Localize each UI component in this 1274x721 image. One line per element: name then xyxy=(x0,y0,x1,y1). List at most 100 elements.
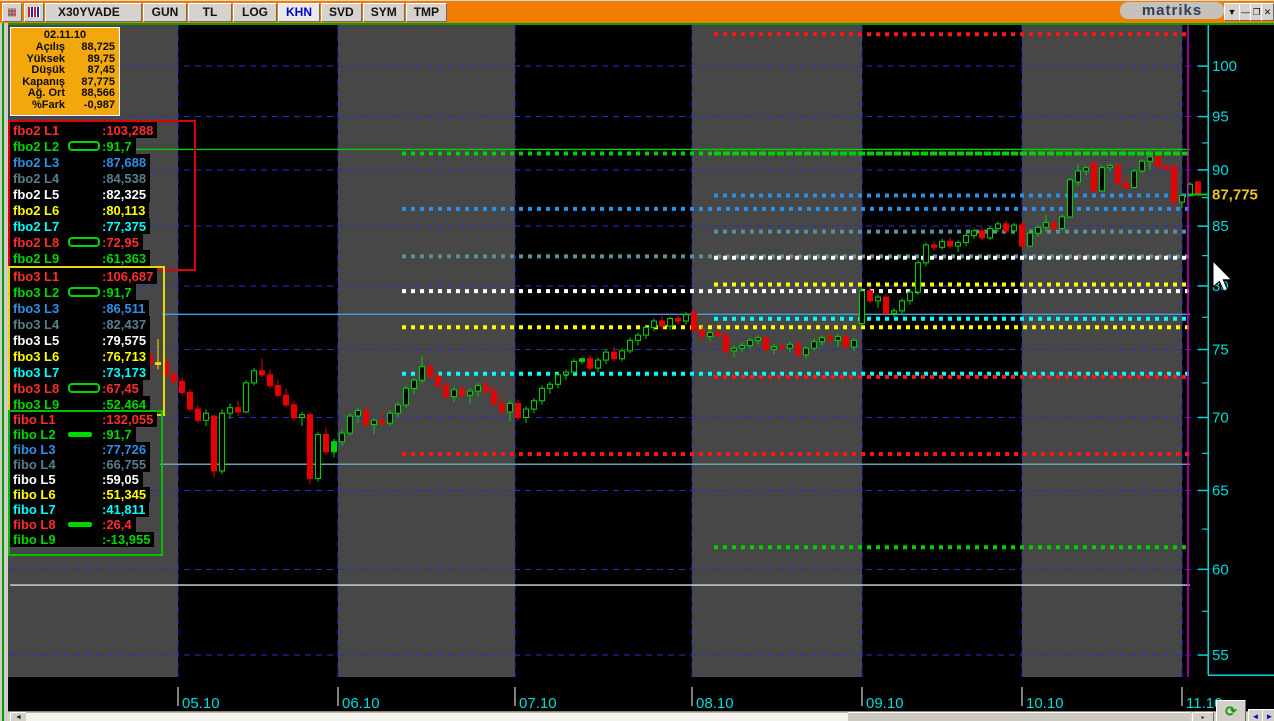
scroll-left-button[interactable]: ◄ xyxy=(10,712,27,721)
candle[interactable] xyxy=(482,385,490,392)
candle[interactable] xyxy=(962,234,970,244)
scroll-end-button[interactable]: ▸ xyxy=(1192,712,1214,721)
candle[interactable] xyxy=(770,346,778,351)
tab-khn[interactable]: KHN xyxy=(278,2,320,22)
tab-gun[interactable]: GUN xyxy=(143,2,187,22)
candle[interactable] xyxy=(818,337,826,343)
candle[interactable] xyxy=(1098,167,1106,192)
candle[interactable] xyxy=(642,326,650,336)
fib-box-fibo[interactable]: fibo L1:132,055 fibo L2:91,7 fibo L3:77,72… xyxy=(8,410,163,556)
candle[interactable] xyxy=(538,387,546,402)
candle[interactable] xyxy=(546,383,554,389)
candle[interactable] xyxy=(570,360,578,373)
candle[interactable] xyxy=(786,343,794,349)
candle[interactable] xyxy=(706,332,714,338)
candle[interactable] xyxy=(1058,216,1066,230)
candle[interactable] xyxy=(722,334,730,352)
candle[interactable] xyxy=(370,419,378,426)
candle[interactable] xyxy=(762,337,770,351)
candle[interactable] xyxy=(738,345,746,349)
candle[interactable] xyxy=(778,346,786,350)
candle[interactable] xyxy=(866,290,874,302)
refresh-button[interactable]: ⟳ xyxy=(1216,700,1246,721)
candle[interactable] xyxy=(338,432,346,443)
candle[interactable] xyxy=(1178,194,1186,203)
candle[interactable] xyxy=(1066,179,1074,218)
tab-log[interactable]: LOG xyxy=(233,2,277,22)
candle[interactable] xyxy=(922,244,930,264)
candle[interactable] xyxy=(458,389,466,396)
candle[interactable] xyxy=(506,402,514,413)
candle[interactable] xyxy=(1138,160,1146,172)
candle[interactable] xyxy=(898,300,906,312)
candle[interactable] xyxy=(1170,166,1178,203)
candle[interactable] xyxy=(682,314,690,322)
candle[interactable] xyxy=(586,358,594,369)
candle[interactable] xyxy=(986,227,994,239)
candle[interactable] xyxy=(834,335,842,341)
candle[interactable] xyxy=(330,441,338,453)
candle[interactable] xyxy=(242,382,250,413)
candle[interactable] xyxy=(594,359,602,369)
candle[interactable] xyxy=(618,350,626,360)
candle[interactable] xyxy=(186,391,194,410)
candle[interactable] xyxy=(698,329,706,338)
candle[interactable] xyxy=(218,412,226,472)
candle[interactable] xyxy=(514,402,522,419)
tab-tmp[interactable]: TMP xyxy=(405,2,448,22)
close-button[interactable]: ✕ xyxy=(1261,3,1274,21)
fib-box-fbo2[interactable]: fbo2 L1:103,288 fbo2 L2:91,7 fbo2 L3:87,68… xyxy=(8,120,196,271)
candle[interactable] xyxy=(474,385,482,392)
candle[interactable] xyxy=(194,408,202,421)
candle[interactable] xyxy=(1194,181,1202,196)
candle[interactable] xyxy=(258,370,266,376)
nav-left-button[interactable]: ◄ xyxy=(1248,709,1263,721)
candle[interactable] xyxy=(306,414,314,479)
candle[interactable] xyxy=(178,381,186,394)
candle[interactable] xyxy=(1106,164,1114,169)
candle[interactable] xyxy=(746,339,754,347)
candle[interactable] xyxy=(522,408,530,419)
candle[interactable] xyxy=(626,339,634,352)
candle[interactable] xyxy=(450,389,458,398)
candle[interactable] xyxy=(906,291,914,302)
candle[interactable] xyxy=(946,240,954,247)
candle[interactable] xyxy=(386,412,394,424)
candle[interactable] xyxy=(634,334,642,341)
candle[interactable] xyxy=(674,317,682,322)
candle[interactable] xyxy=(610,351,618,360)
candle[interactable] xyxy=(890,310,898,314)
candle[interactable] xyxy=(602,351,610,361)
candle[interactable] xyxy=(274,385,282,396)
candle[interactable] xyxy=(802,347,810,356)
candle[interactable] xyxy=(466,390,474,396)
tab-svd[interactable]: SVD xyxy=(321,2,362,22)
candle[interactable] xyxy=(810,341,818,349)
dropdown-button[interactable]: ▼ xyxy=(1224,3,1240,21)
candle[interactable] xyxy=(994,223,1002,230)
candle[interactable] xyxy=(1050,222,1058,230)
candle[interactable] xyxy=(530,400,538,410)
candle[interactable] xyxy=(730,347,738,352)
candle[interactable] xyxy=(1122,182,1130,189)
candle[interactable] xyxy=(1002,223,1010,232)
candle[interactable] xyxy=(1154,156,1162,168)
candle[interactable] xyxy=(362,409,370,426)
nav-right-button[interactable]: ► xyxy=(1262,709,1274,721)
candle[interactable] xyxy=(1026,232,1034,247)
candle[interactable] xyxy=(754,337,762,341)
candle[interactable] xyxy=(426,366,434,377)
candle[interactable] xyxy=(434,375,442,387)
candle[interactable] xyxy=(1034,226,1042,234)
candle[interactable] xyxy=(714,332,722,336)
candle[interactable] xyxy=(410,379,418,389)
candle[interactable] xyxy=(938,240,946,248)
candle[interactable] xyxy=(826,337,834,341)
tab-x30yvade[interactable]: X30YVADE xyxy=(45,2,142,22)
chart-canvas[interactable]: 100 95 90 85 80 75 70 65 60 55 87,775 05.10 06.10 07.… xyxy=(0,0,1274,721)
tab-tl[interactable]: TL xyxy=(188,2,232,22)
candle[interactable] xyxy=(170,374,178,383)
candle[interactable] xyxy=(874,296,882,302)
candle[interactable] xyxy=(562,371,570,376)
candle[interactable] xyxy=(1018,224,1026,247)
